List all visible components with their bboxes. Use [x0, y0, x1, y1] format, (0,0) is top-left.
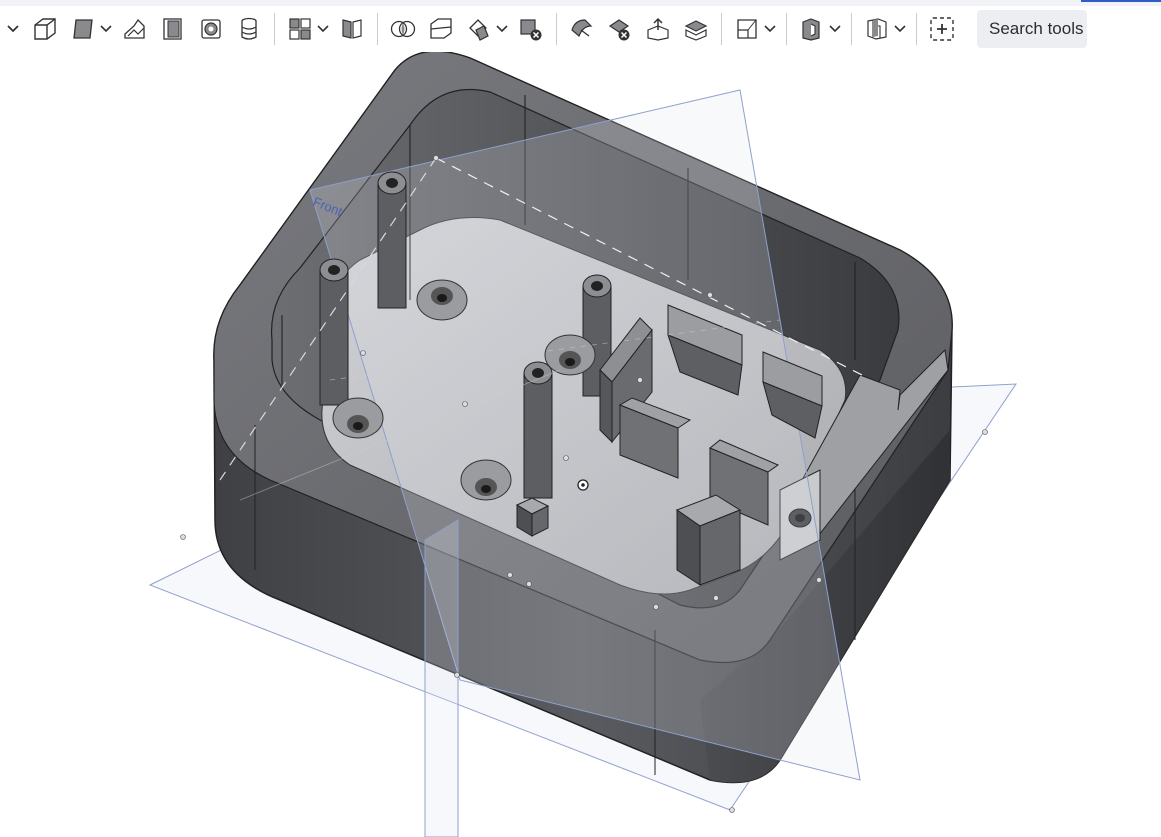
extrude-tool-button[interactable] [26, 12, 64, 46]
toolbar-separator [274, 13, 275, 45]
enclose-icon [241, 17, 257, 40]
enclose-tool-button[interactable] [230, 12, 268, 46]
plane-icon [737, 19, 757, 39]
modify-fillet-tool-button[interactable] [563, 12, 601, 46]
screw-boss[interactable] [416, 279, 468, 321]
add-custom-feature-button[interactable] [923, 12, 961, 46]
component-block[interactable] [515, 497, 550, 537]
3d-viewport[interactable]: Front [0, 52, 1161, 837]
delete-part-tool-button[interactable] [512, 12, 550, 46]
mate-connector-dropdown[interactable] [825, 12, 845, 46]
toolbar-separator [916, 13, 917, 45]
boolean-tool-button[interactable] [384, 12, 422, 46]
component-block[interactable] [675, 494, 742, 586]
split-tool-button[interactable] [422, 12, 460, 46]
delete-face-icon [608, 19, 630, 41]
revolve-icon [73, 19, 93, 39]
fillet-icon [289, 18, 311, 40]
origin-icon[interactable] [577, 479, 589, 491]
revolve-dropdown[interactable] [96, 12, 116, 46]
transform-dropdown[interactable] [492, 12, 512, 46]
top-accent-bar [1081, 0, 1161, 2]
search-tools-label: Search tools [989, 19, 1084, 38]
toolbar-separator [556, 13, 557, 45]
delete-face-tool-button[interactable] [601, 12, 639, 46]
feature-toolbar: Search tools [0, 6, 1161, 52]
move-face-tool-button[interactable] [639, 12, 677, 46]
toolbar-separator [786, 13, 787, 45]
split-icon [430, 18, 452, 39]
chevron-down-icon [7, 25, 19, 33]
loft-icon [163, 18, 182, 40]
extrude-icon [34, 18, 56, 40]
thicken-icon [201, 19, 221, 39]
delete-part-icon [520, 19, 542, 41]
chamfer-icon [342, 19, 362, 39]
toolbar-separator [721, 13, 722, 45]
transform-icon [469, 19, 489, 41]
toolbar-separator [377, 13, 378, 45]
screw-boss[interactable] [544, 334, 596, 376]
replace-face-tool-button[interactable] [677, 12, 715, 46]
modify-fillet-icon [571, 19, 593, 38]
search-tools-input[interactable]: Search tools [977, 10, 1087, 48]
section-dropdown[interactable] [890, 12, 910, 46]
toolbar-overflow-chevron[interactable] [0, 12, 26, 46]
move-face-icon [647, 17, 669, 41]
thicken-tool-button[interactable] [192, 12, 230, 46]
chevron-down-icon [829, 25, 841, 33]
standoff[interactable] [523, 361, 553, 499]
loft-tool-button[interactable] [154, 12, 192, 46]
sweep-icon [124, 18, 145, 39]
add-custom-feature-icon [930, 17, 954, 41]
model-canvas[interactable]: Front [0, 52, 1161, 837]
section-icon [867, 18, 887, 40]
right-plane[interactable] [424, 519, 459, 837]
screw-boss[interactable] [332, 397, 384, 439]
chevron-down-icon [317, 25, 329, 33]
boolean-icon [390, 20, 416, 38]
plane-dropdown[interactable] [760, 12, 780, 46]
mate-connector-icon [802, 18, 820, 41]
standoff[interactable] [319, 258, 349, 406]
chevron-down-icon [496, 25, 508, 33]
chamfer-tool-button[interactable] [333, 12, 371, 46]
standoff[interactable] [377, 171, 407, 309]
screw-boss[interactable] [460, 459, 512, 501]
chevron-down-icon [894, 25, 906, 33]
replace-face-icon [684, 20, 708, 41]
fillet-dropdown[interactable] [313, 12, 333, 46]
chevron-down-icon [100, 25, 112, 33]
toolbar-separator [851, 13, 852, 45]
chevron-down-icon [764, 25, 776, 33]
sweep-tool-button[interactable] [116, 12, 154, 46]
